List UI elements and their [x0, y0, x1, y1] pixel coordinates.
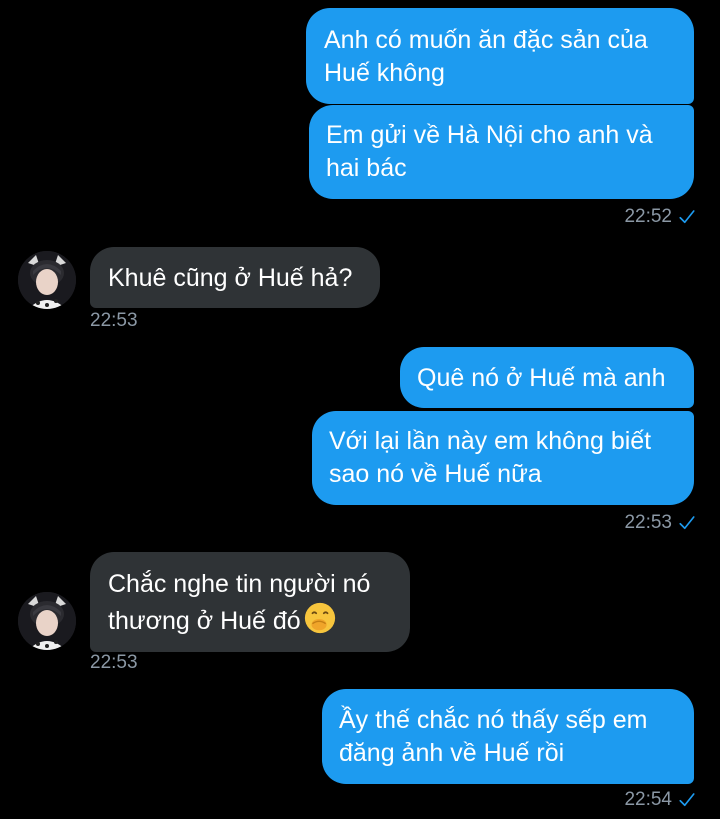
message-bubble-received[interactable]: Khuê cũng ở Huế hả?: [90, 247, 380, 308]
message-timestamp: 22:53: [90, 652, 138, 673]
read-check-icon: [679, 516, 695, 530]
message-timestamp: 22:53: [624, 512, 696, 534]
message-bubble-received[interactable]: Chắc nghe tin người nó thương ở Huế đó: [90, 552, 410, 652]
contact-avatar[interactable]: [18, 251, 76, 309]
message-bubble-sent[interactable]: Ầy thế chắc nó thấy sếp em đăng ảnh về H…: [322, 689, 694, 784]
message-text: Anh có muốn ăn đặc sản của Huế không: [324, 26, 648, 87]
read-check-icon: [679, 793, 695, 807]
message-bubble-sent[interactable]: Em gửi về Hà Nội cho anh và hai bác: [309, 105, 694, 199]
message-bubble-sent[interactable]: Với lại lần này em không biết sao nó về …: [312, 411, 694, 505]
message-timestamp: 22:54: [624, 789, 696, 811]
message-timestamp: 22:52: [624, 206, 696, 228]
message-text: Quê nó ở Huế mà anh: [417, 364, 666, 392]
message-timestamp: 22:53: [90, 310, 138, 331]
face-with-hand-over-mouth-emoji: [304, 602, 335, 634]
message-text: Khuê cũng ở Huế hả?: [108, 264, 353, 292]
message-text: Em gửi về Hà Nội cho anh và hai bác: [326, 121, 653, 182]
message-text: Ầy thế chắc nó thấy sếp em đăng ảnh về H…: [339, 706, 648, 767]
avatar-image: [18, 592, 76, 650]
message-text: Với lại lần này em không biết sao nó về …: [329, 427, 652, 488]
message-bubble-sent[interactable]: Quê nó ở Huế mà anh: [400, 347, 694, 408]
read-check-icon: [679, 210, 695, 224]
message-bubble-sent[interactable]: Anh có muốn ăn đặc sản của Huế không: [306, 8, 694, 104]
avatar-image: [18, 251, 76, 309]
contact-avatar[interactable]: [18, 592, 76, 650]
